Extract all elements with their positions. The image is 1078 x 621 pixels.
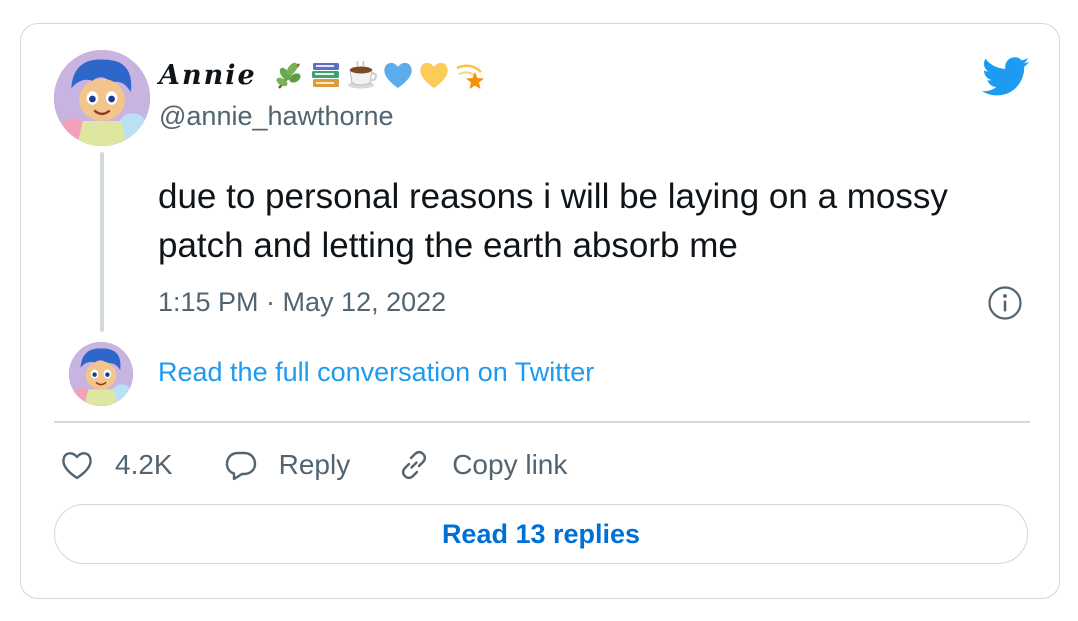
reply-bubble-icon <box>223 447 259 483</box>
action-bar: 4.2K Reply Copy link <box>59 444 567 486</box>
heart-icon <box>59 447 95 483</box>
reply-button[interactable]: Reply <box>223 447 351 483</box>
author-name[interactable]: Annie <box>159 58 487 92</box>
books-emoji <box>309 58 343 92</box>
read-replies-label: Read 13 replies <box>441 518 641 549</box>
link-icon <box>396 447 432 483</box>
blue-heart-emoji <box>381 58 415 92</box>
display-name-text: Annie <box>159 59 257 91</box>
tweet-card: Annie @annie_hawthorne due to personal r… <box>20 23 1060 599</box>
hot-beverage-emoji <box>345 58 379 92</box>
name-emojis <box>273 58 487 92</box>
herb-emoji <box>273 58 307 92</box>
like-count: 4.2K <box>115 449 173 480</box>
copy-link-label: Copy link <box>452 449 568 480</box>
author-handle[interactable]: @annie_hawthorne <box>159 101 394 132</box>
thread-line <box>100 152 104 332</box>
reader-avatar <box>69 342 133 406</box>
full-conversation-link[interactable]: Read the full conversation on Twitter <box>158 357 594 388</box>
yellow-heart-emoji <box>417 58 451 92</box>
info-icon[interactable] <box>987 285 1023 321</box>
tweet-text: due to personal reasons i will be laying… <box>158 177 948 265</box>
reply-label: Reply <box>278 449 351 480</box>
read-replies-button[interactable]: Read 13 replies <box>54 504 1028 564</box>
twitter-bird-icon[interactable] <box>981 57 1031 97</box>
shooting-star-emoji <box>453 58 487 92</box>
copy-link-button[interactable]: Copy link <box>396 447 567 483</box>
tweet-timestamp[interactable]: 1:15 PM · May 12, 2022 <box>158 287 446 318</box>
divider <box>54 421 1030 423</box>
author-avatar[interactable] <box>54 50 150 146</box>
like-button[interactable]: 4.2K <box>59 447 173 483</box>
